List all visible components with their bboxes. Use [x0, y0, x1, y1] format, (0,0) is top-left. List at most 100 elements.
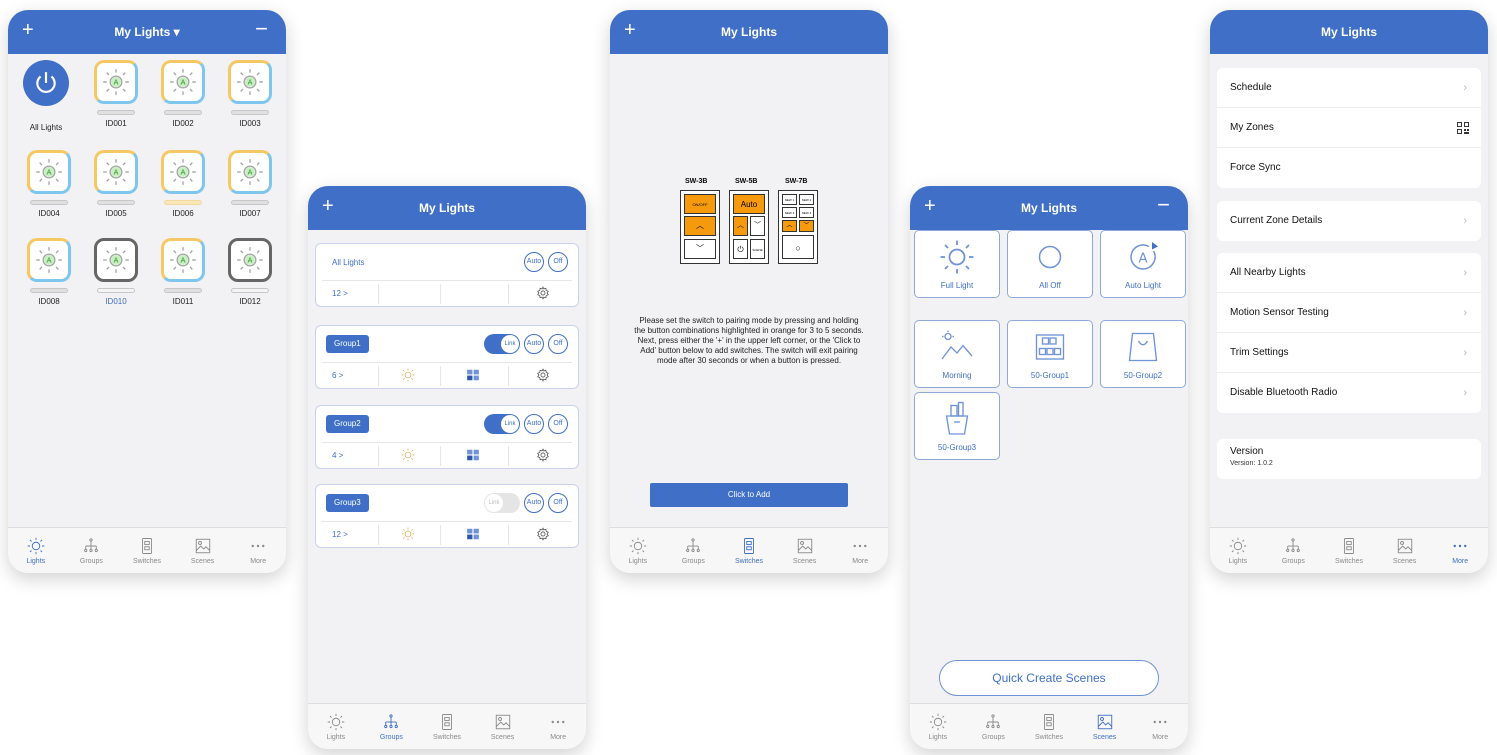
more-icon: [249, 537, 267, 555]
off-button[interactable]: Off: [548, 252, 568, 272]
light-tile[interactable]: A ID011: [153, 238, 213, 318]
tab-lights[interactable]: Lights: [613, 537, 663, 565]
hierarchy-icon: [82, 537, 100, 555]
light-tile[interactable]: A ID005: [86, 150, 146, 230]
tab-switches[interactable]: Switches: [1024, 713, 1074, 741]
tab-switches[interactable]: Switches: [1324, 537, 1374, 565]
tab-groups[interactable]: Groups: [668, 537, 718, 565]
auto-button[interactable]: Auto: [524, 414, 544, 434]
off-button[interactable]: Off: [548, 414, 568, 434]
off-button[interactable]: Off: [548, 334, 568, 354]
off-button[interactable]: Off: [548, 493, 568, 513]
add-icon[interactable]: +: [624, 19, 636, 41]
scene-50-group2[interactable]: 50-Group2: [1100, 320, 1186, 388]
tab-scenes[interactable]: Scenes: [478, 713, 528, 741]
light-count[interactable]: 6 >: [332, 371, 343, 380]
tab-scenes[interactable]: Scenes: [1380, 537, 1430, 565]
add-icon[interactable]: +: [22, 19, 34, 41]
brightness-bar: [231, 200, 269, 205]
sun-icon[interactable]: [401, 448, 415, 462]
sun-icon[interactable]: [401, 368, 415, 382]
remove-icon[interactable]: −: [255, 18, 268, 40]
group-name[interactable]: Group3: [326, 494, 369, 512]
light-tile[interactable]: A ID007: [220, 150, 280, 230]
remove-icon[interactable]: −: [1157, 194, 1170, 216]
light-tile[interactable]: A ID001: [86, 60, 146, 140]
menu-item-schedule[interactable]: Schedule ›: [1217, 68, 1481, 108]
scene-all-off[interactable]: All Off: [1007, 230, 1093, 298]
link-toggle[interactable]: Link: [484, 334, 520, 354]
link-toggle[interactable]: Link: [484, 414, 520, 434]
brightness-bar: [164, 110, 202, 115]
tab-more[interactable]: More: [1435, 537, 1485, 565]
scene-50-group3[interactable]: 50-Group3: [914, 392, 1000, 460]
tab-scenes[interactable]: Scenes: [178, 537, 228, 565]
tab-switches[interactable]: Switches: [422, 713, 472, 741]
tab-lights[interactable]: Lights: [311, 713, 361, 741]
new-key: NEW 4: [799, 207, 814, 218]
group-name[interactable]: Group1: [326, 335, 369, 353]
auto-button[interactable]: Auto: [524, 252, 544, 272]
auto-button[interactable]: Auto: [524, 493, 544, 513]
switch-model-label: SW-3B: [685, 178, 708, 185]
light-count[interactable]: 4 >: [332, 451, 343, 460]
menu-item-disable-bluetooth-radio[interactable]: Disable Bluetooth Radio ›: [1217, 373, 1481, 413]
scenes-grid-icon[interactable]: [466, 527, 480, 541]
add-icon[interactable]: +: [924, 195, 936, 217]
qr-code-icon[interactable]: [1457, 122, 1469, 134]
tab-groups[interactable]: Groups: [968, 713, 1018, 741]
tab-more[interactable]: More: [835, 537, 885, 565]
menu-item-my-zones[interactable]: My Zones: [1217, 108, 1481, 148]
tab-lights[interactable]: Lights: [11, 537, 61, 565]
tab-groups[interactable]: Groups: [366, 713, 416, 741]
gear-icon[interactable]: [536, 527, 550, 541]
tab-switches[interactable]: Switches: [724, 537, 774, 565]
scene-50-group1[interactable]: 50-Group1: [1007, 320, 1093, 388]
light-tile[interactable]: A ID010: [86, 238, 146, 318]
light-tile[interactable]: A ID004: [19, 150, 79, 230]
light-tile[interactable]: A ID003: [220, 60, 280, 140]
tab-groups[interactable]: Groups: [66, 537, 116, 565]
light-count[interactable]: 12 >: [332, 530, 348, 539]
scenes-grid-icon[interactable]: [466, 368, 480, 382]
light-tile[interactable]: A ID008: [19, 238, 79, 318]
menu-item-motion-sensor-testing[interactable]: Motion Sensor Testing ›: [1217, 293, 1481, 333]
tab-scenes[interactable]: Scenes: [1080, 713, 1130, 741]
tab-scenes[interactable]: Scenes: [780, 537, 830, 565]
click-to-add-button[interactable]: Click to Add: [650, 483, 848, 507]
light-tile[interactable]: A ID012: [220, 238, 280, 318]
scenes-grid-icon[interactable]: [466, 448, 480, 462]
page-title[interactable]: My Lights ▾: [114, 25, 179, 39]
tab-more[interactable]: More: [533, 713, 583, 741]
brightness-bar: [97, 200, 135, 205]
tab-groups[interactable]: Groups: [1268, 537, 1318, 565]
tab-switches[interactable]: Switches: [122, 537, 172, 565]
light-count[interactable]: 12 >: [332, 289, 348, 298]
sun-icon[interactable]: [401, 527, 415, 541]
tab-lights[interactable]: Lights: [913, 713, 963, 741]
link-toggle[interactable]: Link: [484, 493, 520, 513]
menu-item-all-nearby-lights[interactable]: All Nearby Lights ›: [1217, 253, 1481, 293]
gear-icon[interactable]: [536, 368, 550, 382]
menu-item-current-zone-details[interactable]: Current Zone Details ›: [1217, 201, 1481, 241]
group-name[interactable]: Group2: [326, 415, 369, 433]
quick-create-scenes-button[interactable]: Quick Create Scenes: [939, 660, 1159, 696]
scene-morning[interactable]: Morning: [914, 320, 1000, 388]
menu-item-trim-settings[interactable]: Trim Settings ›: [1217, 333, 1481, 373]
gear-icon[interactable]: [536, 448, 550, 462]
gear-icon[interactable]: [536, 286, 550, 300]
hierarchy-icon: [984, 713, 1002, 731]
light-all[interactable]: All Lights: [16, 60, 76, 140]
scene-auto-light[interactable]: A Auto Light: [1100, 230, 1186, 298]
add-icon[interactable]: +: [322, 195, 334, 217]
tab-lights[interactable]: Lights: [1213, 537, 1263, 565]
bulb-icon: A: [161, 60, 205, 104]
menu-item-force-sync[interactable]: Force Sync: [1217, 148, 1481, 188]
tab-more[interactable]: More: [1135, 713, 1185, 741]
more-icon: [851, 537, 869, 555]
auto-button[interactable]: Auto: [524, 334, 544, 354]
tab-more[interactable]: More: [233, 537, 283, 565]
light-tile[interactable]: A ID002: [153, 60, 213, 140]
scene-full-light[interactable]: Full Light: [914, 230, 1000, 298]
light-tile[interactable]: A ID006: [153, 150, 213, 230]
